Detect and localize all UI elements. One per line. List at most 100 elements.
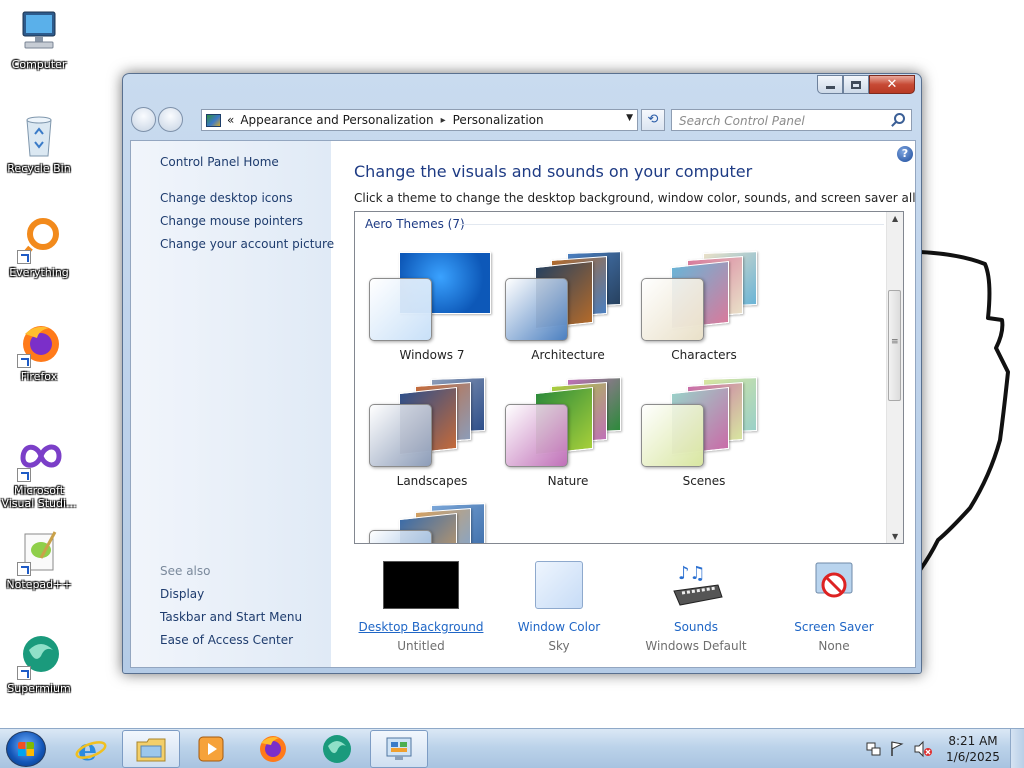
sounds-link[interactable]: Sounds [626, 620, 766, 634]
help-icon: ? [901, 147, 909, 160]
window-color-link[interactable]: Window Color [489, 620, 629, 634]
breadcrumb-overflow[interactable]: « [227, 113, 234, 127]
desktop-icon-visual-studio[interactable]: Microsoft Visual Studi... [0, 434, 78, 510]
scroll-thumb[interactable] [888, 290, 901, 401]
desktop-icon-label: Everything [9, 266, 69, 279]
screen-saver-setting[interactable]: Screen Saver None [764, 561, 904, 653]
control-panel-home-link[interactable]: Control Panel Home [160, 155, 279, 169]
everything-search-icon [15, 216, 63, 264]
firefox-icon [15, 320, 63, 368]
desktop-background-preview [383, 561, 459, 609]
media-player-icon [198, 736, 224, 762]
scroll-down-icon[interactable]: ▼ [892, 532, 898, 541]
taskbar-control-panel[interactable] [370, 730, 428, 768]
shortcut-arrow-icon [17, 250, 31, 264]
visual-studio-icon [15, 434, 63, 482]
sounds-icon: ♪♫ [658, 561, 734, 609]
notification-area [865, 740, 935, 758]
taskbar-start-menu-link[interactable]: Taskbar and Start Menu [160, 610, 302, 624]
search-icon[interactable] [894, 113, 905, 124]
theme-list-scrollbar[interactable]: ▲ ▼ [886, 212, 903, 543]
taskbar-file-explorer[interactable] [122, 730, 180, 768]
theme-name: Characters [671, 348, 737, 362]
desktop-icon-firefox[interactable]: Firefox [0, 320, 78, 383]
sounds-setting[interactable]: ♪♫ Sounds Windows Default [626, 561, 766, 653]
aero-themes-header[interactable]: Aero Themes (7) [365, 217, 465, 231]
control-panel-icon [206, 113, 221, 127]
theme-item[interactable]: Windows 7 [369, 246, 499, 364]
display-link[interactable]: Display [160, 587, 204, 601]
theme-name: Scenes [682, 474, 726, 488]
desktop-icon-everything[interactable]: Everything [0, 216, 78, 279]
theme-item[interactable] [369, 498, 499, 543]
network-icon[interactable] [866, 742, 881, 756]
shortcut-arrow-icon [17, 354, 31, 368]
maximize-icon [851, 80, 861, 89]
taskbar-media-player[interactable] [182, 730, 240, 768]
desktop-icon-label: Microsoft Visual Studi... [1, 484, 77, 510]
refresh-icon: ⟲ [647, 112, 659, 127]
taskbar-internet-explorer[interactable]: e [62, 730, 120, 768]
desktop-icon-supermium[interactable]: Supermium [0, 632, 78, 695]
address-bar[interactable]: « Appearance and Personalization ▸ Perso… [201, 109, 638, 131]
left-pane: Control Panel Home Change desktop icons … [131, 141, 334, 667]
search-box[interactable] [671, 109, 912, 131]
theme-item[interactable]: Landscapes [369, 372, 499, 490]
change-mouse-pointers-link[interactable]: Change mouse pointers [160, 214, 303, 228]
volume-muted-icon[interactable] [914, 740, 932, 758]
back-button[interactable] [131, 107, 156, 132]
theme-item[interactable]: Architecture [505, 246, 635, 364]
theme-color-swatch [505, 404, 568, 467]
ease-of-access-link[interactable]: Ease of Access Center [160, 633, 293, 647]
shortcut-arrow-icon [17, 666, 31, 680]
desktop-icon-notepad-plus-plus[interactable]: Notepad++ [0, 528, 78, 591]
help-button[interactable]: ? [897, 146, 913, 162]
theme-color-swatch [505, 278, 568, 341]
taskbar: e 8:21 AM 1/6/2025 [0, 728, 1024, 768]
theme-name: Windows 7 [399, 348, 465, 362]
breadcrumb-appearance[interactable]: Appearance and Personalization [240, 113, 433, 127]
close-button[interactable]: ✕ [869, 75, 915, 94]
action-center-flag-icon[interactable] [891, 741, 904, 756]
change-account-picture-link[interactable]: Change your account picture [160, 237, 334, 251]
minimize-icon [825, 86, 835, 89]
address-dropdown-icon[interactable]: ▼ [626, 113, 633, 123]
supermium-icon [15, 632, 63, 680]
taskbar-supermium[interactable] [308, 730, 366, 768]
breadcrumb-personalization[interactable]: Personalization [453, 113, 544, 127]
theme-item[interactable]: Nature [505, 372, 635, 490]
svg-text:♪♫: ♪♫ [678, 563, 706, 584]
scroll-up-icon[interactable]: ▲ [892, 214, 898, 223]
show-desktop-button[interactable] [1010, 729, 1024, 768]
firefox-icon [260, 736, 286, 762]
theme-list[interactable]: Aero Themes (7) Windows 7 Architecture Cha… [354, 211, 904, 544]
content-area: Control Panel Home Change desktop icons … [130, 140, 916, 668]
theme-item[interactable]: Scenes [641, 372, 771, 490]
theme-color-swatch [369, 278, 432, 341]
minimize-button[interactable] [817, 75, 843, 94]
see-also-heading: See also [160, 564, 211, 578]
theme-item[interactable]: Characters [641, 246, 771, 364]
start-button[interactable] [6, 731, 46, 767]
supermium-icon [323, 735, 351, 763]
breadcrumb-separator-icon[interactable]: ▸ [441, 115, 446, 126]
desktop-icon-computer[interactable]: Computer [0, 8, 78, 71]
desktop-icon-label: Computer [11, 58, 67, 71]
desktop-background-setting[interactable]: Desktop Background Untitled [351, 561, 491, 653]
internet-explorer-icon: e [75, 733, 107, 765]
theme-color-swatch [641, 278, 704, 341]
maximize-button[interactable] [843, 75, 869, 94]
window-controls: ✕ [817, 75, 915, 94]
desktop-icon-recycle-bin[interactable]: Recycle Bin [0, 112, 78, 175]
clock[interactable]: 8:21 AM 1/6/2025 [945, 733, 1001, 765]
change-desktop-icons-link[interactable]: Change desktop icons [160, 191, 293, 205]
theme-color-swatch [369, 404, 432, 467]
desktop-background-link[interactable]: Desktop Background [351, 620, 491, 634]
refresh-button[interactable]: ⟲ [641, 109, 665, 131]
page-title: Change the visuals and sounds on your co… [354, 162, 753, 181]
search-input[interactable] [672, 111, 882, 131]
window-color-setting[interactable]: Window Color Sky [489, 561, 629, 653]
forward-button[interactable] [158, 107, 183, 132]
screen-saver-link[interactable]: Screen Saver [764, 620, 904, 634]
taskbar-firefox[interactable] [244, 730, 302, 768]
